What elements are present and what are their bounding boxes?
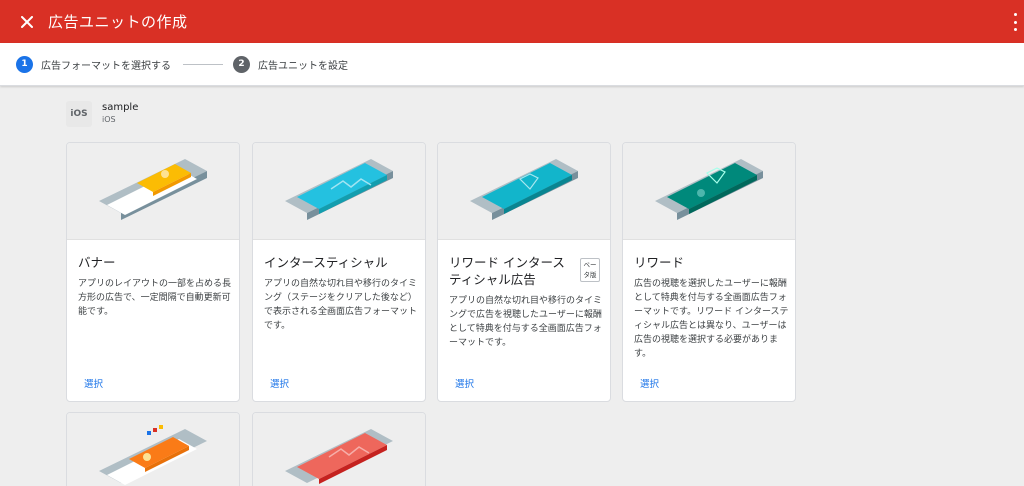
rewarded-interstitial-illustration: [438, 143, 610, 240]
phone-native-icon: [99, 425, 207, 485]
select-button[interactable]: 選択: [640, 376, 659, 390]
step-label: 広告フォーマットを選択する: [41, 60, 171, 72]
card-title: インタースティシャル: [264, 255, 388, 270]
card-title: リワード: [634, 255, 685, 270]
step-number: 2: [233, 55, 250, 73]
stepper: 1 広告フォーマットを選択する 2 広告ユニットを設定: [0, 43, 1024, 86]
page-title: 広告ユニットの作成: [48, 13, 188, 31]
format-card-rewarded[interactable]: リワード 広告の視聴を選択したユーザーに報酬として特典を付与する全画面広告フォー…: [622, 142, 796, 402]
close-icon: [21, 15, 33, 28]
beta-badge: ベータ版: [580, 258, 600, 282]
format-card-rewarded-interstitial[interactable]: リワード インタースティシャル広告 ベータ版 アプリの自然な切れ目や移行のタイミ…: [437, 142, 611, 402]
format-card-native[interactable]: [66, 412, 240, 486]
select-button[interactable]: 選択: [270, 376, 289, 390]
format-card-banner[interactable]: バナー アプリのレイアウトの一部を占める長方形の広告で、一定間隔で自動更新可能で…: [66, 142, 240, 402]
phone-app-open-icon: [285, 429, 393, 484]
step-label: 広告ユニットを設定: [258, 60, 348, 72]
step-select-format[interactable]: 1 広告フォーマットを選択する: [16, 55, 171, 73]
card-description: アプリの自然な切れ目や移行のタイミングで広告を視聴したユーザーに報酬として特典を…: [449, 296, 603, 348]
ios-app-icon: iOS: [66, 101, 92, 127]
select-button[interactable]: 選択: [455, 376, 474, 390]
step-number: 1: [16, 55, 33, 73]
card-description: 広告の視聴を選択したユーザーに報酬として特典を付与する全画面広告フォーマットです…: [634, 279, 789, 359]
app-info: iOS sample iOS: [66, 101, 138, 127]
app-name: sample: [102, 102, 139, 113]
phone-rewarded-icon: [655, 159, 763, 220]
banner-illustration: [67, 143, 239, 240]
phone-interstitial-icon: [285, 159, 393, 220]
step-connector: [183, 63, 223, 65]
app-open-illustration: [253, 413, 425, 486]
card-title: バナー: [78, 255, 116, 270]
select-button[interactable]: 選択: [84, 376, 103, 390]
step-configure-ad-unit[interactable]: 2 広告ユニットを設定: [233, 55, 348, 73]
rewarded-illustration: [623, 143, 795, 240]
card-description: アプリの自然な切れ目や移行のタイミング（ステージをクリアした後など）で表示される…: [264, 279, 418, 331]
more-vert-icon[interactable]: [1012, 13, 1018, 31]
phone-rewarded-interstitial-icon: [470, 159, 578, 220]
close-button[interactable]: [14, 9, 40, 35]
card-title: リワード インタースティシャル広告: [449, 255, 565, 287]
format-card-interstitial[interactable]: インタースティシャル アプリの自然な切れ目や移行のタイミング（ステージをクリアし…: [252, 142, 426, 402]
app-platform: iOS: [102, 115, 116, 124]
app-header: 広告ユニットの作成: [0, 0, 1024, 43]
phone-banner-icon: [99, 159, 207, 220]
format-card-app-open[interactable]: [252, 412, 426, 486]
interstitial-illustration: [253, 143, 425, 240]
native-illustration: [67, 413, 239, 486]
card-description: アプリのレイアウトの一部を占める長方形の広告で、一定間隔で自動更新可能です。: [78, 279, 232, 317]
